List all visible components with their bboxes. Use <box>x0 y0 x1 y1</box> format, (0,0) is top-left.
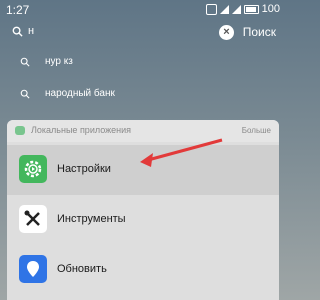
annotation-arrow <box>140 138 223 167</box>
